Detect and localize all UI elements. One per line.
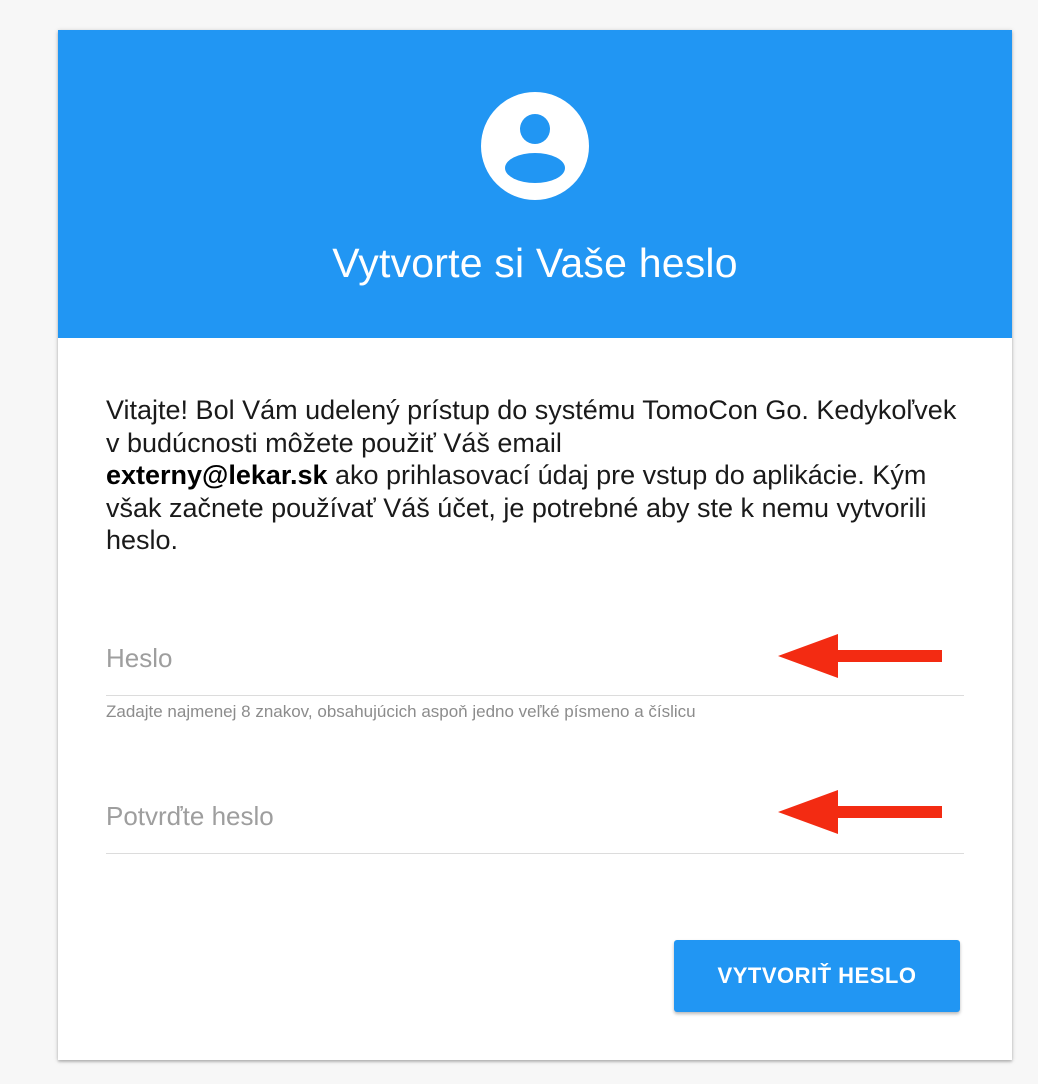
red-arrow-left-icon: [778, 790, 942, 834]
card-header: Vytvorte si Vaše heslo: [58, 30, 1012, 338]
create-password-button[interactable]: VYTVORIŤ HESLO: [674, 940, 960, 1012]
create-password-card: Vytvorte si Vaše heslo Vitajte! Bol Vám …: [58, 30, 1012, 1060]
account-circle-icon: [481, 92, 589, 200]
page-title: Vytvorte si Vaše heslo: [332, 240, 738, 286]
intro-text: Vitajte! Bol Vám udelený prístup do syst…: [106, 394, 976, 557]
red-arrow-left-icon: [778, 634, 942, 678]
password-hint: Zadajte najmenej 8 znakov, obsahujúcich …: [106, 702, 696, 721]
user-email: externy@lekar.sk: [106, 460, 328, 490]
intro-text-before: Vitajte! Bol Vám udelený prístup do syst…: [106, 395, 957, 458]
